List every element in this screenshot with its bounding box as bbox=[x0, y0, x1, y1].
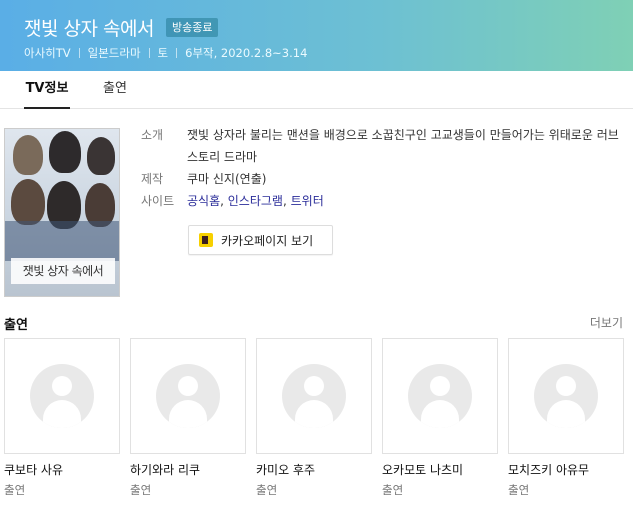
meta-divider bbox=[176, 48, 178, 58]
cast-card[interactable]: 모치즈키 아유무 출연 bbox=[508, 338, 624, 498]
tab-bar: TV정보 출연 bbox=[0, 71, 633, 109]
profile-placeholder-icon bbox=[408, 364, 472, 428]
status-badge: 방송종료 bbox=[165, 17, 219, 37]
site-link-twitter[interactable]: 트위터 bbox=[291, 194, 324, 208]
synopsis-label: 소개 bbox=[141, 128, 164, 142]
site-row: 사이트 공식홈, 인스타그램, 트위터 bbox=[141, 190, 621, 212]
poster-image[interactable]: 잿빛 상자 속에서 bbox=[4, 128, 120, 297]
poster-figure bbox=[13, 135, 43, 175]
profile-placeholder-icon bbox=[282, 364, 346, 428]
cast-heading: 출연 bbox=[4, 318, 28, 333]
cast-photo[interactable] bbox=[4, 338, 120, 454]
cast-role: 출연 bbox=[508, 483, 530, 497]
program-title[interactable]: 잿빛 상자 속에서 bbox=[24, 14, 154, 41]
poster-title: 잿빛 상자 속에서 bbox=[11, 258, 115, 284]
cast-photo[interactable] bbox=[130, 338, 246, 454]
program-meta: 아사히TV 일본드라마 토 6부작, 2020.2.8~3.14 bbox=[24, 44, 633, 62]
poster-figure bbox=[11, 179, 45, 225]
site-link-instagram[interactable]: 인스타그램 bbox=[228, 194, 283, 208]
cast-role: 출연 bbox=[4, 483, 26, 497]
cast-name[interactable]: 오카모토 나츠미 bbox=[382, 461, 498, 478]
kakaopage-button[interactable]: 카카오페이지 보기 bbox=[188, 225, 333, 255]
synopsis-text: 잿빛 상자라 불리는 맨션을 배경으로 소꿉친구인 고교생들이 만들어가는 위태… bbox=[187, 128, 619, 164]
tab-cast[interactable]: 출연 bbox=[103, 71, 127, 109]
channel-link[interactable]: 아사히TV bbox=[24, 45, 71, 61]
tab-tv-info[interactable]: TV정보 bbox=[24, 71, 70, 109]
cast-card[interactable]: 오카모토 나츠미 출연 bbox=[382, 338, 498, 498]
production-text: 쿠마 신지(연출) bbox=[187, 172, 267, 186]
schedule-text: 6부작, 2020.2.8~3.14 bbox=[185, 46, 308, 60]
cast-photo[interactable] bbox=[256, 338, 372, 454]
program-info: 소개 잿빛 상자라 불리는 맨션을 배경으로 소꿉친구인 고교생들이 만들어가는… bbox=[141, 124, 621, 212]
cast-name[interactable]: 쿠보타 사유 bbox=[4, 461, 120, 478]
profile-placeholder-icon bbox=[534, 364, 598, 428]
production-label: 제작 bbox=[141, 172, 164, 186]
profile-placeholder-icon bbox=[156, 364, 220, 428]
cast-role: 출연 bbox=[130, 483, 152, 497]
meta-divider bbox=[78, 48, 80, 58]
cast-photo[interactable] bbox=[382, 338, 498, 454]
kakaopage-icon bbox=[199, 233, 213, 247]
program-header: 잿빛 상자 속에서 방송종료 아사히TV 일본드라마 토 6부작, 2020.2… bbox=[0, 0, 633, 71]
cast-card[interactable]: 하기와라 리쿠 출연 bbox=[130, 338, 246, 498]
site-link-official[interactable]: 공식홈 bbox=[187, 194, 220, 208]
poster-figure bbox=[49, 131, 81, 173]
production-row: 제작 쿠마 신지(연출) bbox=[141, 168, 621, 190]
profile-placeholder-icon bbox=[30, 364, 94, 428]
site-label: 사이트 bbox=[141, 194, 175, 208]
poster-uniforms bbox=[5, 221, 119, 261]
broadcast-day: 토 bbox=[157, 46, 169, 60]
meta-divider bbox=[148, 48, 150, 58]
cast-name[interactable]: 하기와라 리쿠 bbox=[130, 461, 246, 478]
cast-more-link[interactable]: 더보기 bbox=[590, 314, 623, 331]
site-links: 공식홈, 인스타그램, 트위터 bbox=[187, 194, 324, 208]
kakaopage-button-label: 카카오페이지 보기 bbox=[221, 233, 314, 248]
genre-text: 일본드라마 bbox=[87, 46, 141, 60]
synopsis-row: 소개 잿빛 상자라 불리는 맨션을 배경으로 소꿉친구인 고교생들이 만들어가는… bbox=[141, 124, 621, 168]
cast-card[interactable]: 쿠보타 사유 출연 bbox=[4, 338, 120, 498]
title-row: 잿빛 상자 속에서 방송종료 bbox=[24, 14, 633, 40]
cast-photo[interactable] bbox=[508, 338, 624, 454]
cast-role: 출연 bbox=[382, 483, 404, 497]
cast-name[interactable]: 카미오 후주 bbox=[256, 461, 372, 478]
cast-name[interactable]: 모치즈키 아유무 bbox=[508, 461, 624, 478]
poster-figure bbox=[87, 137, 115, 175]
cast-role: 출연 bbox=[256, 483, 278, 497]
cast-card[interactable]: 카미오 후주 출연 bbox=[256, 338, 372, 498]
